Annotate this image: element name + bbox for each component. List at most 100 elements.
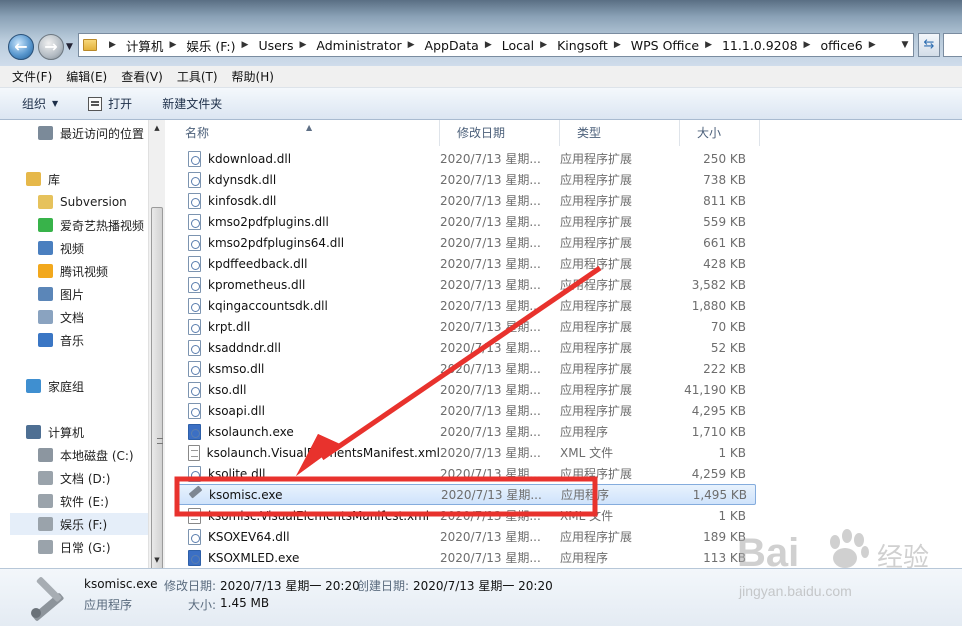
breadcrumb-separator-icon[interactable]: ▶ [614, 40, 621, 50]
navigation-scrollbar[interactable]: ▲ ▼ [148, 120, 165, 587]
file-size-cell: 41,190 KB [684, 382, 746, 397]
column-header-name[interactable]: 名称 ▲ [168, 120, 440, 146]
file-size-cell: 52 KB [710, 340, 746, 355]
file-size-cell: 1,710 KB [691, 424, 746, 439]
address-bar[interactable]: ▶ 计算机 ▶ 娱乐 (F:) ▶ Users ▶ Administrator ▶ AppDat… [78, 33, 914, 57]
breadcrumb-separator-icon[interactable]: ▶ [540, 40, 547, 50]
file-row[interactable]: krpt.dll 2020/7/13 星期... 应用程序扩展 70 KB [176, 316, 756, 337]
address-dropdown-icon[interactable]: ▼ [897, 35, 913, 55]
breadcrumb-item[interactable]: Kingsoft ▶ [557, 38, 629, 53]
navigation-pane: 最近访问的位置库 Subversion 爱奇艺热播视频 视频 腾讯视频 图片 文档 音乐家庭组… [10, 120, 163, 568]
breadcrumb-item[interactable]: Administrator ▶ [316, 38, 422, 53]
file-name-cell: kprometheus.dll [176, 276, 440, 293]
column-headers: 名称 ▲ 修改日期 类型 大小 [168, 120, 962, 146]
refresh-button[interactable]: ⇆ [918, 33, 940, 57]
baidu-jingyan-watermark: Bai 经验 jingyan.baidu.com [737, 516, 957, 606]
file-date-cell: 2020/7/13 星期... [440, 278, 541, 292]
file-row[interactable]: ksolite.dll 2020/7/13 星期... 应用程序扩展 4,259 KB [176, 463, 756, 484]
file-name: ksaddndr.dll [208, 340, 281, 355]
back-button[interactable]: ← [8, 34, 34, 60]
menu-item[interactable]: 工具(T) [177, 68, 218, 85]
file-row[interactable]: kdynsdk.dll 2020/7/13 星期... 应用程序扩展 738 KB [176, 169, 756, 190]
file-name-cell: ksaddndr.dll [176, 339, 440, 356]
column-header-date[interactable]: 修改日期 [440, 120, 560, 146]
recent-places-icon [38, 126, 53, 140]
file-row[interactable]: kso.dll 2020/7/13 星期... 应用程序扩展 41,190 KB [176, 379, 756, 400]
breadcrumb-item[interactable]: AppData ▶ [425, 38, 500, 53]
breadcrumb-root-arrow[interactable]: ▶ [103, 40, 124, 50]
file-row[interactable]: ksolaunch.VisualElementsManifest.xml 2020… [176, 442, 756, 463]
sidebar-item[interactable]: 文档 (D:) [10, 467, 148, 489]
breadcrumb-item[interactable]: office6 ▶ [820, 38, 883, 53]
file-row[interactable]: kmso2pdfplugins.dll 2020/7/13 星期... 应用程序扩展… [176, 211, 756, 232]
menu-item[interactable]: 查看(V) [121, 68, 163, 85]
forward-button[interactable]: → [38, 34, 64, 60]
sidebar-item[interactable]: 视频 [10, 237, 148, 259]
file-date-cell: 2020/7/13 星期... [440, 425, 541, 439]
menu-item[interactable]: 文件(F) [12, 68, 52, 85]
sidebar-item[interactable]: 娱乐 (F:) [10, 513, 148, 535]
breadcrumb-separator-icon[interactable]: ▶ [299, 40, 306, 50]
scroll-down-icon[interactable]: ▼ [149, 552, 165, 568]
breadcrumb-item[interactable]: 11.1.0.9208 ▶ [722, 38, 818, 53]
details-created-value: 2020/7/13 星期一 20:20 [413, 579, 553, 593]
sidebar-item[interactable]: 最近访问的位置 [10, 122, 148, 144]
sidebar-item[interactable]: Subversion [10, 191, 148, 213]
breadcrumb-item[interactable]: 计算机 ▶ [126, 36, 184, 55]
sidebar-item[interactable]: 爱奇艺热播视频 [10, 214, 148, 236]
column-header-type[interactable]: 类型 [560, 120, 680, 146]
scrollbar-thumb[interactable] [151, 207, 163, 587]
sidebar-item[interactable]: 日常 (G:) [10, 536, 148, 558]
file-row[interactable]: ksoapi.dll 2020/7/13 星期... 应用程序扩展 4,295 KB [176, 400, 756, 421]
sidebar-item[interactable]: 计算机 [10, 421, 148, 443]
sidebar-item[interactable]: 家庭组 [10, 375, 148, 397]
menu-item[interactable]: 编辑(E) [66, 68, 107, 85]
sidebar-item[interactable]: 音乐 [10, 329, 148, 351]
documents-library-icon [38, 310, 53, 324]
sidebar-item[interactable]: 腾讯视频 [10, 260, 148, 282]
breadcrumb-item[interactable]: WPS Office ▶ [631, 38, 720, 53]
file-row[interactable]: ksaddndr.dll 2020/7/13 星期... 应用程序扩展 52 KB [176, 337, 756, 358]
file-row[interactable]: kqingaccountsdk.dll 2020/7/13 星期... 应用程序扩展… [176, 295, 756, 316]
file-row[interactable]: ksomisc.exe 2020/7/13 星期... 应用程序 1,495 KB [176, 484, 756, 505]
file-row[interactable]: ksmso.dll 2020/7/13 星期... 应用程序扩展 222 KB [176, 358, 756, 379]
file-row[interactable]: kinfosdk.dll 2020/7/13 星期... 应用程序扩展 811 KB [176, 190, 756, 211]
menu-item[interactable]: 帮助(H) [232, 68, 274, 85]
file-row[interactable]: KSOXEV64.dll 2020/7/13 星期... 应用程序扩展 189 KB [176, 526, 756, 547]
column-header-size[interactable]: 大小 [680, 120, 760, 146]
file-name-cell: kmso2pdfplugins.dll [176, 213, 440, 230]
open-button[interactable]: 打开 [88, 95, 132, 112]
breadcrumb-separator-icon[interactable]: ▶ [705, 40, 712, 50]
file-row[interactable]: kmso2pdfplugins64.dll 2020/7/13 星期... 应用程序… [176, 232, 756, 253]
search-input[interactable] [943, 33, 962, 57]
new-folder-button[interactable]: 新建文件夹 [162, 95, 222, 112]
sidebar-item[interactable]: 库 [10, 168, 148, 190]
file-row[interactable]: kdownload.dll 2020/7/13 星期... 应用程序扩展 250 KB [176, 148, 756, 169]
file-row[interactable]: KSOXMLED.exe 2020/7/13 星期... 应用程序 113 KB [176, 547, 756, 568]
sidebar-item[interactable]: 软件 (E:) [10, 490, 148, 512]
recent-pages-dropdown[interactable]: ▼ [66, 42, 73, 52]
breadcrumb-separator-icon[interactable]: ▶ [242, 40, 249, 50]
sidebar-item[interactable]: 文档 [10, 306, 148, 328]
breadcrumb-separator-icon[interactable]: ▶ [869, 40, 876, 50]
breadcrumb-separator-icon[interactable]: ▶ [485, 40, 492, 50]
sidebar-item[interactable]: 本地磁盘 (C:) [10, 444, 148, 466]
file-type-cell: 应用程序扩展 [560, 320, 633, 334]
sidebar-item[interactable]: 图片 [10, 283, 148, 305]
breadcrumb-separator-icon[interactable]: ▶ [804, 40, 811, 50]
scroll-up-icon[interactable]: ▲ [149, 120, 165, 136]
sidebar-item-label: 最近访问的位置 [60, 126, 145, 141]
breadcrumb-separator-icon[interactable]: ▶ [408, 40, 415, 50]
file-row[interactable]: ksolaunch.exe 2020/7/13 星期... 应用程序 1,710 KB [176, 421, 756, 442]
breadcrumb-separator-icon[interactable]: ▶ [169, 40, 176, 50]
breadcrumb-label: Kingsoft [557, 37, 608, 53]
breadcrumb-item[interactable]: Local ▶ [502, 38, 555, 53]
file-list: 名称 ▲ 修改日期 类型 大小 kdownload.dll 2020/7/13 星期… [168, 120, 962, 568]
organize-button[interactable]: 组织 ▼ [22, 95, 58, 112]
breadcrumb-item[interactable]: 娱乐 (F:) ▶ [186, 36, 256, 55]
breadcrumb-item[interactable]: Users ▶ [258, 38, 314, 53]
file-row[interactable]: kprometheus.dll 2020/7/13 星期... 应用程序扩展 3,58… [176, 274, 756, 295]
paw-icon [830, 529, 869, 568]
file-row[interactable]: ksomisc.VisualElementsManifest.xml 2020/7… [176, 505, 756, 526]
file-row[interactable]: kpdffeedback.dll 2020/7/13 星期... 应用程序扩展 428… [176, 253, 756, 274]
